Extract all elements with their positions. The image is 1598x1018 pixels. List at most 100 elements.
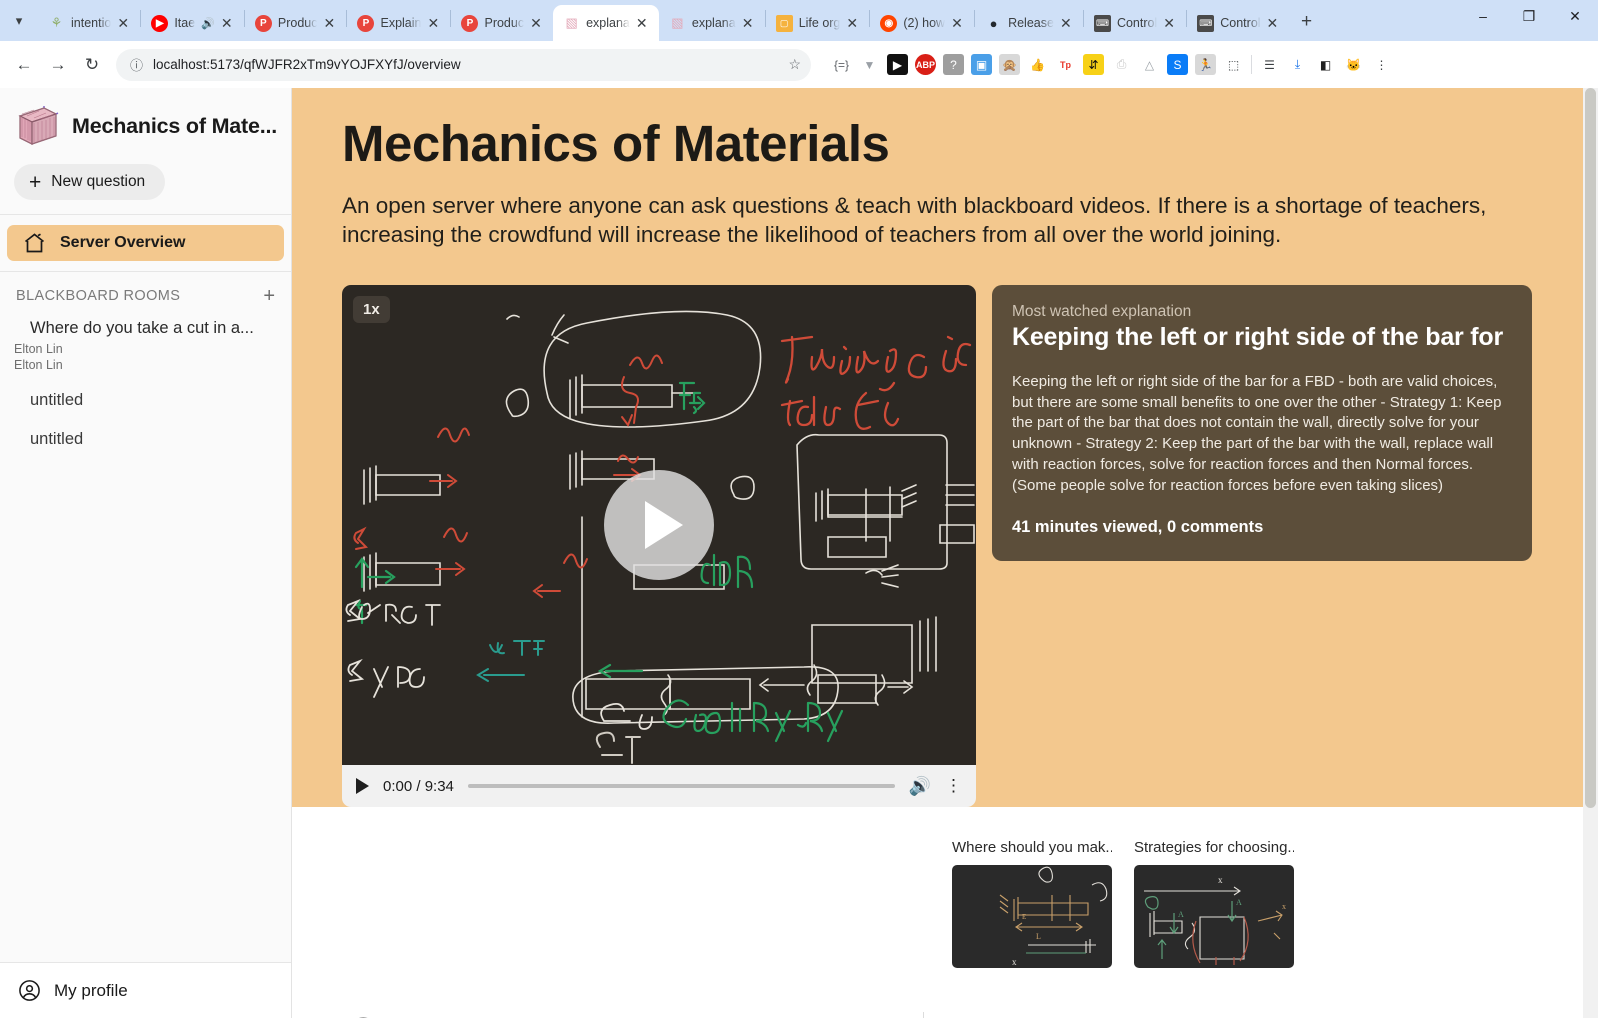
browser-tab[interactable]: ▢ Life org ✕ [766, 5, 870, 41]
hero-banner: Mechanics of Materials An open server wh… [292, 88, 1598, 808]
most-watched-stats: 41 minutes viewed, 0 comments [1012, 518, 1264, 537]
cube-block-icon [14, 104, 60, 148]
browser-tab[interactable]: ▧ explana ✕ [659, 5, 765, 41]
tab-close-icon[interactable]: ✕ [1267, 16, 1283, 30]
address-bar[interactable]: ⓘ localhost:5173/qfWJFR2xTm9vYOJFXYfJ/ov… [116, 48, 811, 81]
my-profile-button[interactable]: My profile [0, 962, 291, 1018]
back-icon[interactable]: ← [8, 49, 40, 81]
volume-icon[interactable]: 🔊 [909, 776, 931, 797]
svg-text:L: L [1036, 932, 1041, 941]
thumbnail-image[interactable]: A A x x [1134, 865, 1294, 969]
browser-tab[interactable]: ⌨ Control ✕ [1187, 5, 1289, 41]
browser-tab[interactable]: P Produc ✕ [451, 5, 553, 41]
sidebar-room-item[interactable]: untitled [0, 373, 291, 412]
room-author: Elton Lin [14, 358, 63, 372]
thumbnail-card[interactable]: Strategies for choosing... A A x x [1134, 839, 1294, 969]
sidebar-room-item[interactable]: Where do you take a cut in a... [0, 310, 291, 341]
tab-close-icon[interactable]: ✕ [117, 16, 133, 30]
new-question-button[interactable]: + New question [14, 164, 166, 200]
thumbs-up-icon[interactable]: 👍 [1027, 54, 1048, 75]
p-icon: P [254, 14, 272, 32]
video-play-icon[interactable]: ▶ [887, 54, 908, 75]
play-icon[interactable] [604, 470, 714, 581]
tab-close-icon[interactable]: ✕ [530, 16, 546, 30]
new-question-label: New question [51, 173, 146, 190]
reload-icon[interactable]: ↻ [76, 49, 108, 81]
main-content: Mechanics of Materials An open server wh… [292, 88, 1598, 1018]
browser-tab[interactable]: ⌨ Control ✕ [1084, 5, 1186, 41]
profile-avatar[interactable]: 🐱 [1343, 54, 1364, 75]
svg-text:x: x [1282, 902, 1286, 911]
runner-icon[interactable]: 🏃 [1195, 54, 1216, 75]
ctrlv-icon: ⌨ [1093, 14, 1111, 32]
play-pause-button[interactable] [356, 778, 369, 795]
browser-tab[interactable]: P Produc ✕ [245, 5, 347, 41]
picture-in-picture-icon[interactable]: ▣ [971, 54, 992, 75]
tab-close-icon[interactable]: ✕ [636, 16, 652, 30]
reddit-icon: ◉ [880, 14, 898, 32]
video-surface[interactable]: 1x [342, 285, 976, 766]
home-icon [23, 232, 46, 254]
featured-row: 1x 0:00 / 9:34 🔊 ⋮ Most watched explanat… [292, 249, 1598, 808]
browser-tab[interactable]: ▶ Itae 🔊 ✕ [141, 5, 244, 41]
chrome-menu-icon[interactable]: ⋮ [1371, 54, 1392, 75]
new-tab-button[interactable]: + [1290, 5, 1324, 39]
tab-search-icon[interactable]: ▾ [0, 0, 38, 41]
media-queue-icon[interactable]: ☰ [1259, 54, 1280, 75]
add-room-icon[interactable]: + [263, 286, 275, 306]
user-circle-icon [18, 979, 41, 1002]
svg-text:A: A [1178, 910, 1184, 919]
tab-audio-icon[interactable]: 🔊 [201, 17, 215, 30]
monkey-icon[interactable]: 🙊 [999, 54, 1020, 75]
vimium-icon[interactable]: ▼ [859, 54, 880, 75]
forward-icon[interactable]: → [42, 49, 74, 81]
site-info-icon[interactable]: ⓘ [130, 55, 143, 74]
minimize-button[interactable]: – [1460, 0, 1506, 32]
thumbnail-image[interactable]: E L x [952, 865, 1112, 969]
equation-icon[interactable]: {=} [831, 54, 852, 75]
page-description: An open server where anyone can ask ques… [342, 193, 1487, 248]
help-bubble-icon[interactable]: ? [943, 54, 964, 75]
most-watched-title: Keeping the left or right side of the ba… [1012, 323, 1510, 352]
printer-icon[interactable]: ⎙ [1111, 54, 1132, 75]
browser-tab[interactable]: ▧ explana ✕ [553, 5, 659, 41]
url-text: localhost:5173/qfWJFR2xTm9vYOJFXYfJ/over… [153, 57, 461, 72]
scrollbar-thumb[interactable] [1585, 88, 1596, 808]
ctrlv-icon: ⌨ [1197, 14, 1215, 32]
browser-tab[interactable]: ⚘ intentio ✕ [38, 5, 140, 41]
tab-close-icon[interactable]: ✕ [742, 16, 758, 30]
circle-arrow-icon[interactable]: △ [1139, 54, 1160, 75]
thumbnail-card[interactable]: Where should you mak... E L x [952, 839, 1112, 969]
tab-close-icon[interactable]: ✕ [427, 16, 443, 30]
toolpage-icon[interactable]: Tp [1055, 54, 1076, 75]
tab-close-icon[interactable]: ✕ [1060, 16, 1076, 30]
page-scrollbar[interactable] [1583, 88, 1598, 1018]
downloads-icon[interactable]: ⤓ [1287, 54, 1308, 75]
adblock-plus-icon[interactable]: ABP [915, 54, 936, 75]
scroll-updown-icon[interactable]: ⇵ [1083, 54, 1104, 75]
playback-speed-badge[interactable]: 1x [353, 296, 390, 324]
tab-close-icon[interactable]: ✕ [951, 16, 967, 30]
close-window-button[interactable]: ✕ [1552, 0, 1598, 32]
tab-close-icon[interactable]: ✕ [221, 16, 237, 30]
maximize-button[interactable]: ❐ [1506, 0, 1552, 32]
side-panel-icon[interactable]: ◧ [1315, 54, 1336, 75]
shazam-icon[interactable]: S [1167, 54, 1188, 75]
browser-tab[interactable]: P Explain ✕ [347, 5, 450, 41]
svg-text:x: x [1012, 957, 1017, 967]
tab-close-icon[interactable]: ✕ [323, 16, 339, 30]
extensions-puzzle-icon[interactable]: ⬚ [1223, 54, 1244, 75]
plus-icon: + [29, 170, 42, 194]
github-icon: ● [989, 15, 998, 31]
tab-close-icon[interactable]: ✕ [1163, 16, 1179, 30]
browser-tab[interactable]: ● Release ✕ [975, 5, 1083, 41]
bookmark-star-icon[interactable]: ☆ [788, 56, 801, 73]
kebab-menu-icon[interactable]: ⋮ [945, 777, 962, 794]
seek-bar[interactable] [467, 784, 895, 789]
most-watched-card[interactable]: Most watched explanation Keeping the lef… [992, 285, 1532, 562]
tab-close-icon[interactable]: ✕ [846, 16, 862, 30]
tab-title: Produc [277, 16, 318, 30]
browser-tab[interactable]: ◉ (2) how ✕ [870, 5, 974, 41]
sidebar-item-server-overview[interactable]: Server Overview [7, 225, 284, 261]
sidebar-room-item[interactable]: untitled [0, 412, 291, 451]
